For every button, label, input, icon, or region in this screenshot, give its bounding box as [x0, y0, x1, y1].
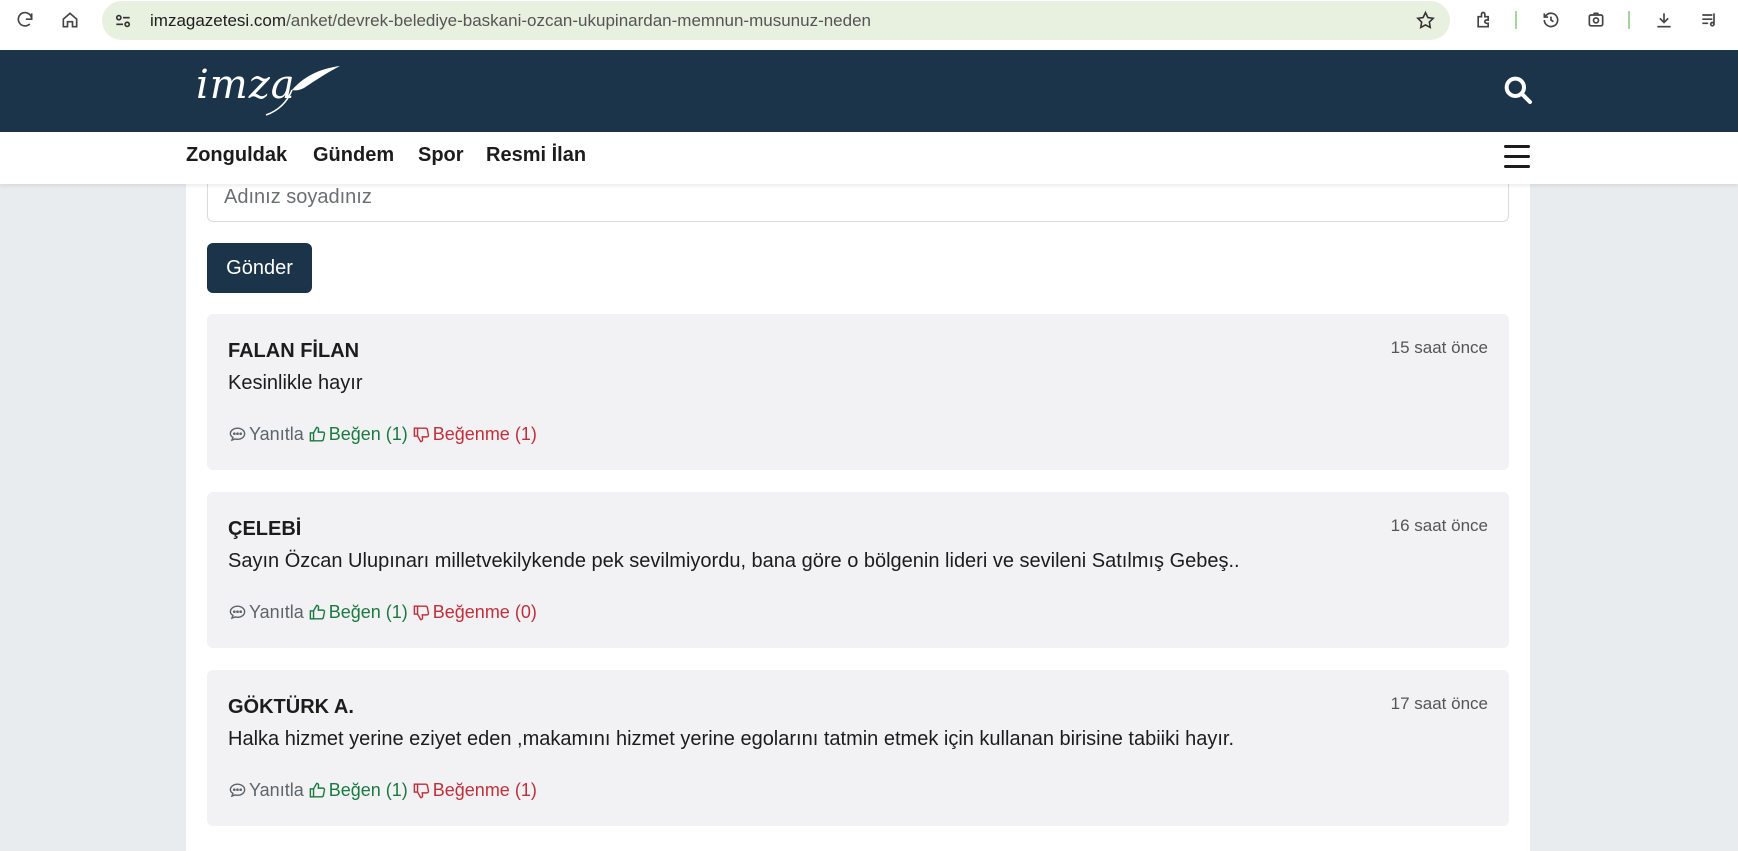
comments-section: Gönder FALAN FİLAN 15 saat önce Kesinlik… — [186, 174, 1530, 851]
like-label: Beğen (1) — [328, 780, 408, 800]
thumbs-up-icon — [309, 604, 325, 620]
comment-actions: Yanıtla Beğen (1) Beğenme (1) — [228, 780, 537, 801]
thumbs-down-icon — [413, 783, 429, 799]
toolbar-separator — [1515, 11, 1517, 29]
dislike-button[interactable]: Beğenme (1) — [412, 780, 537, 801]
site-header: imza — [0, 50, 1738, 132]
reply-label: Yanıtla — [249, 602, 304, 622]
like-label: Beğen (1) — [328, 602, 408, 622]
like-button[interactable]: Beğen (1) — [308, 424, 408, 445]
reply-button[interactable]: Yanıtla — [228, 424, 304, 445]
reload-icon[interactable] — [9, 0, 41, 40]
thumbs-down-icon — [413, 427, 429, 443]
reply-label: Yanıtla — [249, 424, 304, 444]
address-bar[interactable]: imzagazetesi.com/anket/devrek-belediye-b… — [102, 1, 1450, 40]
nav-item-zonguldak[interactable]: Zonguldak — [186, 144, 287, 167]
nav-item-resmi-ilan[interactable]: Resmi İlan — [486, 144, 586, 167]
comment-text: Sayın Özcan Ulupınarı milletvekilykende … — [228, 550, 1240, 572]
comment-icon — [229, 427, 246, 442]
comment-icon — [229, 605, 246, 620]
url-domain: imzagazetesi.com — [150, 11, 287, 30]
comment-actions: Yanıtla Beğen (1) Beğenme (1) — [228, 424, 537, 445]
comment-author: GÖKTÜRK A. — [228, 696, 354, 718]
download-icon[interactable] — [1648, 0, 1680, 40]
like-label: Beğen (1) — [328, 424, 408, 444]
dislike-label: Beğenme (1) — [432, 424, 537, 444]
bookmark-star-icon[interactable] — [1414, 9, 1436, 31]
site-logo[interactable]: imza — [196, 60, 346, 118]
url-path: /anket/devrek-belediye-baskani-ozcan-uku… — [286, 11, 872, 30]
dislike-label: Beğenme (1) — [432, 780, 537, 800]
home-icon[interactable] — [54, 0, 86, 40]
reply-label: Yanıtla — [249, 780, 304, 800]
nav-item-gundem[interactable]: Gündem — [313, 144, 394, 167]
browser-toolbar: imzagazetesi.com/anket/devrek-belediye-b… — [0, 0, 1738, 50]
comment-author: ÇELEBİ — [228, 518, 302, 540]
reading-list-icon[interactable] — [1693, 0, 1725, 40]
like-button[interactable]: Beğen (1) — [308, 780, 408, 801]
reply-button[interactable]: Yanıtla — [228, 780, 304, 801]
comment-icon — [229, 783, 246, 798]
comment-actions: Yanıtla Beğen (1) Beğenme (0) — [228, 602, 537, 623]
site-info-icon[interactable] — [112, 10, 134, 32]
comment-card: ÇELEBİ 16 saat önce Sayın Özcan Ulupınar… — [207, 492, 1509, 648]
url-text: imzagazetesi.com/anket/devrek-belediye-b… — [150, 1, 871, 40]
reply-button[interactable]: Yanıtla — [228, 602, 304, 623]
comment-text: Kesinlikle hayır — [228, 372, 363, 394]
thumbs-up-icon — [309, 782, 325, 798]
quill-icon — [265, 66, 340, 116]
nav-item-spor[interactable]: Spor — [418, 144, 464, 167]
history-icon[interactable] — [1535, 0, 1567, 40]
comment-card: GÖKTÜRK A. 17 saat önce Halka hizmet yer… — [207, 670, 1509, 826]
comment-time: 16 saat önce — [1390, 516, 1488, 535]
comment-card: FALAN FİLAN 15 saat önce Kesinlikle hayı… — [207, 314, 1509, 470]
submit-button[interactable]: Gönder — [207, 243, 312, 293]
dislike-label: Beğenme (0) — [432, 602, 537, 622]
dislike-button[interactable]: Beğenme (0) — [412, 602, 537, 623]
extensions-icon[interactable] — [1468, 0, 1500, 40]
comment-time: 15 saat önce — [1390, 338, 1488, 357]
main-nav: Zonguldak Gündem Spor Resmi İlan — [0, 132, 1738, 184]
toolbar-separator — [1628, 11, 1630, 29]
screenshot-icon[interactable] — [1580, 0, 1612, 40]
like-button[interactable]: Beğen (1) — [308, 602, 408, 623]
search-icon — [1504, 76, 1532, 104]
comment-author: FALAN FİLAN — [228, 340, 360, 362]
comment-text: Halka hizmet yerine eziyet eden ,makamın… — [228, 728, 1235, 750]
search-button[interactable] — [1498, 70, 1538, 110]
dislike-button[interactable]: Beğenme (1) — [412, 424, 537, 445]
hamburger-menu-icon[interactable] — [1504, 145, 1532, 171]
comment-time: 17 saat önce — [1390, 694, 1488, 713]
thumbs-down-icon — [413, 605, 429, 621]
thumbs-up-icon — [309, 426, 325, 442]
